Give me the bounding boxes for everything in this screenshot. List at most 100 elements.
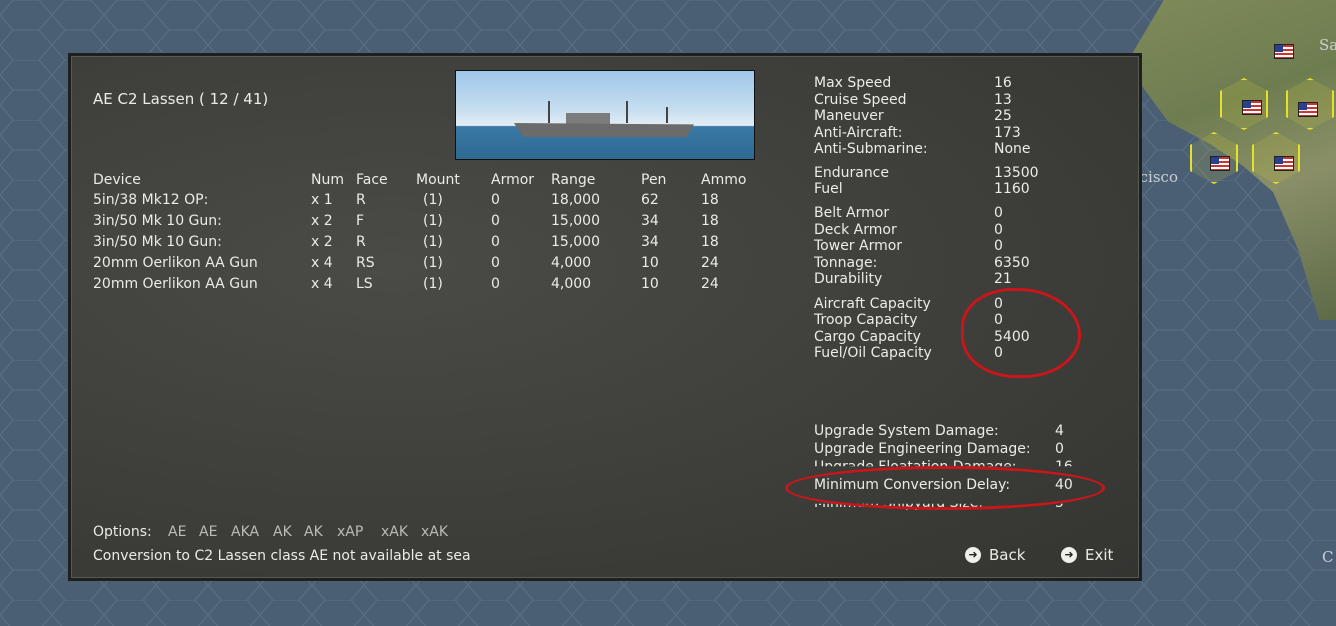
device-mount: (1)	[423, 255, 443, 271]
ship-image	[455, 70, 755, 160]
device-armor: 0	[491, 255, 500, 271]
stat-label: Deck Armor	[814, 222, 897, 238]
device-ammo: 18	[701, 234, 719, 250]
stat-value: 13	[994, 92, 1012, 108]
device-face: LS	[356, 276, 373, 292]
device-armor: 0	[491, 234, 500, 250]
device-pen: 10	[641, 276, 659, 292]
col-pen: Pen	[641, 172, 667, 188]
device-range: 4,000	[551, 276, 592, 292]
device-range: 18,000	[551, 192, 600, 208]
device-num: x 4	[311, 276, 333, 292]
exit-button[interactable]: ➜ Exit	[1061, 546, 1113, 564]
device-range: 15,000	[551, 234, 600, 250]
stat-label: Upgrade System Damage:	[814, 423, 999, 439]
stat-value: 0	[1055, 441, 1064, 457]
col-armor: Armor	[491, 172, 535, 188]
device-pen: 62	[641, 192, 659, 208]
device-ammo: 24	[701, 276, 719, 292]
col-mount: Mount	[416, 172, 460, 188]
device-face: RS	[356, 255, 375, 271]
device-name: 3in/50 Mk 10 Gun:	[93, 234, 222, 250]
ship-info-panel: AE C2 Lassen ( 12 / 41) Device Num Face …	[68, 53, 1142, 581]
options-label: Options:	[93, 524, 152, 540]
device-range: 4,000	[551, 255, 592, 271]
stat-value: 4	[1055, 423, 1064, 439]
stat-value: 0	[994, 238, 1003, 254]
device-name: 5in/38 Mk12 OP:	[93, 192, 209, 208]
option-item[interactable]: AKA	[231, 524, 259, 540]
col-device: Device	[93, 172, 141, 188]
device-face: F	[356, 213, 365, 229]
device-name: 20mm Oerlikon AA Gun	[93, 276, 258, 292]
col-num: Num	[311, 172, 344, 188]
device-face: R	[356, 234, 366, 250]
option-item[interactable]: AK	[273, 524, 292, 540]
device-pen: 34	[641, 213, 659, 229]
us-flag-icon[interactable]	[1274, 44, 1294, 59]
device-num: x 4	[311, 255, 333, 271]
stat-value: 13500	[994, 165, 1039, 181]
conversion-note: Conversion to C2 Lassen class AE not ava…	[93, 548, 471, 564]
stat-value: 173	[994, 125, 1021, 141]
option-item[interactable]: xAK	[421, 524, 448, 540]
arrow-right-icon: ➜	[965, 547, 981, 563]
stat-label: Belt Armor	[814, 205, 890, 221]
stat-value: 0	[994, 205, 1003, 221]
device-name: 3in/50 Mk 10 Gun:	[93, 213, 222, 229]
col-face: Face	[356, 172, 388, 188]
device-num: x 2	[311, 213, 333, 229]
device-ammo: 18	[701, 213, 719, 229]
us-flag-icon[interactable]	[1210, 156, 1230, 171]
device-ammo: 24	[701, 255, 719, 271]
stat-label: Troop Capacity	[814, 312, 918, 328]
device-num: x 2	[311, 234, 333, 250]
col-ammo: Ammo	[701, 172, 747, 188]
device-armor: 0	[491, 192, 500, 208]
device-range: 15,000	[551, 213, 600, 229]
device-num: x 1	[311, 192, 333, 208]
stat-label: Anti-Submarine:	[814, 141, 928, 157]
stat-label: Fuel/Oil Capacity	[814, 345, 932, 361]
stat-label: Tonnage:	[814, 255, 878, 271]
stat-label: Tower Armor	[814, 238, 903, 254]
option-item[interactable]: AE	[168, 524, 186, 540]
city-label: C	[1322, 548, 1334, 566]
conversion-delay-highlight-ring	[785, 466, 1105, 510]
device-ammo: 18	[701, 192, 719, 208]
option-item[interactable]: AE	[199, 524, 217, 540]
stat-value: 6350	[994, 255, 1030, 271]
stat-value: 21	[994, 271, 1012, 287]
device-armor: 0	[491, 276, 500, 292]
device-mount: (1)	[423, 234, 443, 250]
us-flag-icon[interactable]	[1242, 100, 1262, 115]
stat-value: None	[994, 141, 1031, 157]
exit-button-label: Exit	[1085, 546, 1114, 564]
stat-label: Endurance	[814, 165, 889, 181]
device-pen: 34	[641, 234, 659, 250]
city-label: Sa	[1319, 36, 1336, 54]
device-mount: (1)	[423, 192, 443, 208]
us-flag-icon[interactable]	[1298, 102, 1318, 117]
stat-label: Anti-Aircraft:	[814, 125, 903, 141]
device-armor: 0	[491, 213, 500, 229]
arrow-right-icon: ➜	[1061, 547, 1077, 563]
stat-label: Upgrade Engineering Damage:	[814, 441, 1031, 457]
col-range: Range	[551, 172, 596, 188]
option-item[interactable]: xAK	[381, 524, 408, 540]
stat-label: Aircraft Capacity	[814, 296, 931, 312]
device-mount: (1)	[423, 276, 443, 292]
ship-title: AE C2 Lassen ( 12 / 41)	[93, 90, 269, 108]
device-pen: 10	[641, 255, 659, 271]
device-mount: (1)	[423, 213, 443, 229]
back-button[interactable]: ➜ Back	[965, 546, 1025, 564]
capacity-highlight-ring	[961, 288, 1081, 378]
option-item[interactable]: AK	[304, 524, 323, 540]
device-face: R	[356, 192, 366, 208]
stat-value: 16	[994, 75, 1012, 91]
stat-value: 25	[994, 108, 1012, 124]
us-flag-icon[interactable]	[1274, 156, 1294, 171]
option-item[interactable]: xAP	[337, 524, 363, 540]
stat-label: Max Speed	[814, 75, 892, 91]
back-button-label: Back	[989, 546, 1026, 564]
